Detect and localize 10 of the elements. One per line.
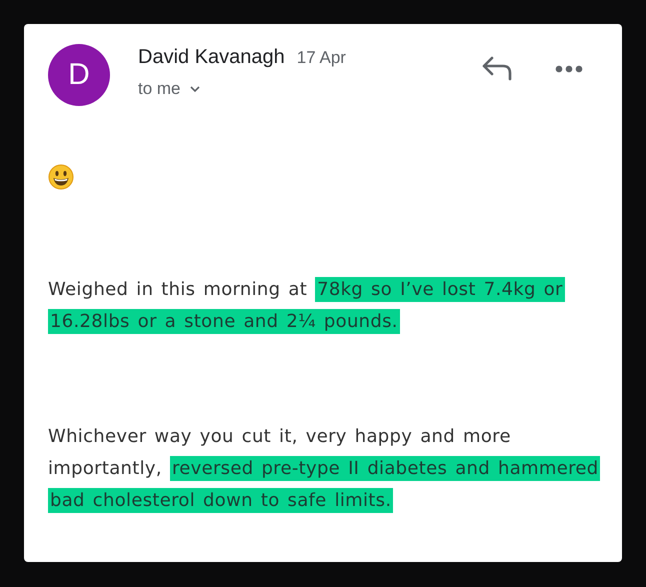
chevron-down-icon[interactable] (188, 85, 201, 93)
recipient-toggle[interactable]: to me (138, 79, 201, 99)
message-paragraph: Weighed in this morning at 78kg so I’ve lost 7.4kg or 16.28lbs or a stone and 2¼ pounds. (48, 276, 566, 336)
more-icon[interactable] (555, 65, 583, 73)
sender-avatar[interactable]: D (48, 44, 110, 106)
message-paragraph: Whichever way you cut it, very happy and more importantly, reversed pre-type II diabetes and hammered bad cholesterol down to safe limits. (48, 425, 600, 515)
reply-icon[interactable] (481, 55, 513, 81)
sender-name: David Kavanagh (138, 46, 285, 69)
message-date: 17 Apr (296, 48, 346, 68)
smiley-icon (48, 164, 74, 190)
